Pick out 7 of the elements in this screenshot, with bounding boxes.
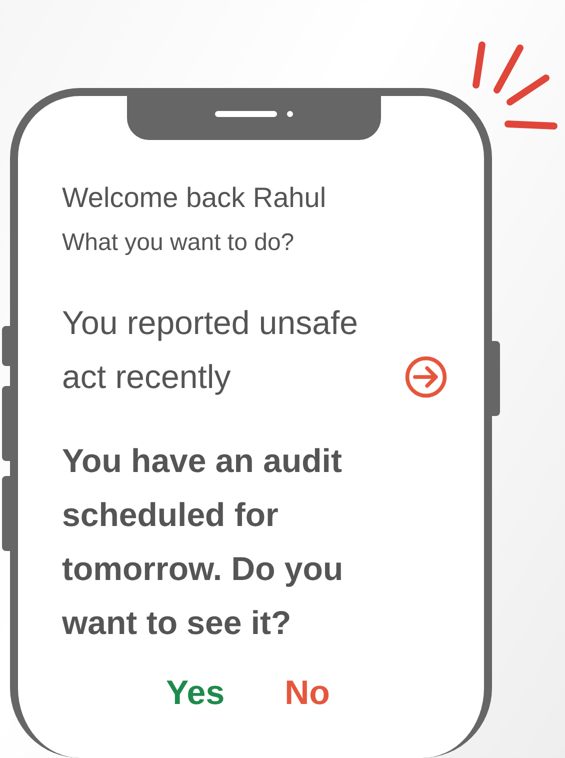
notice-text: You reported unsafe act recently [62,303,360,397]
greeting-text: Welcome back Rahul [62,181,328,215]
yes-button[interactable]: Yes [166,674,225,713]
no-button[interactable]: No [284,674,330,713]
prompt-text: What you want to do? [62,228,296,258]
arrow-circle-icon[interactable] [404,355,448,399]
question-text: You have an audit scheduled for tomorrow. Do you want to see it? [62,441,344,643]
